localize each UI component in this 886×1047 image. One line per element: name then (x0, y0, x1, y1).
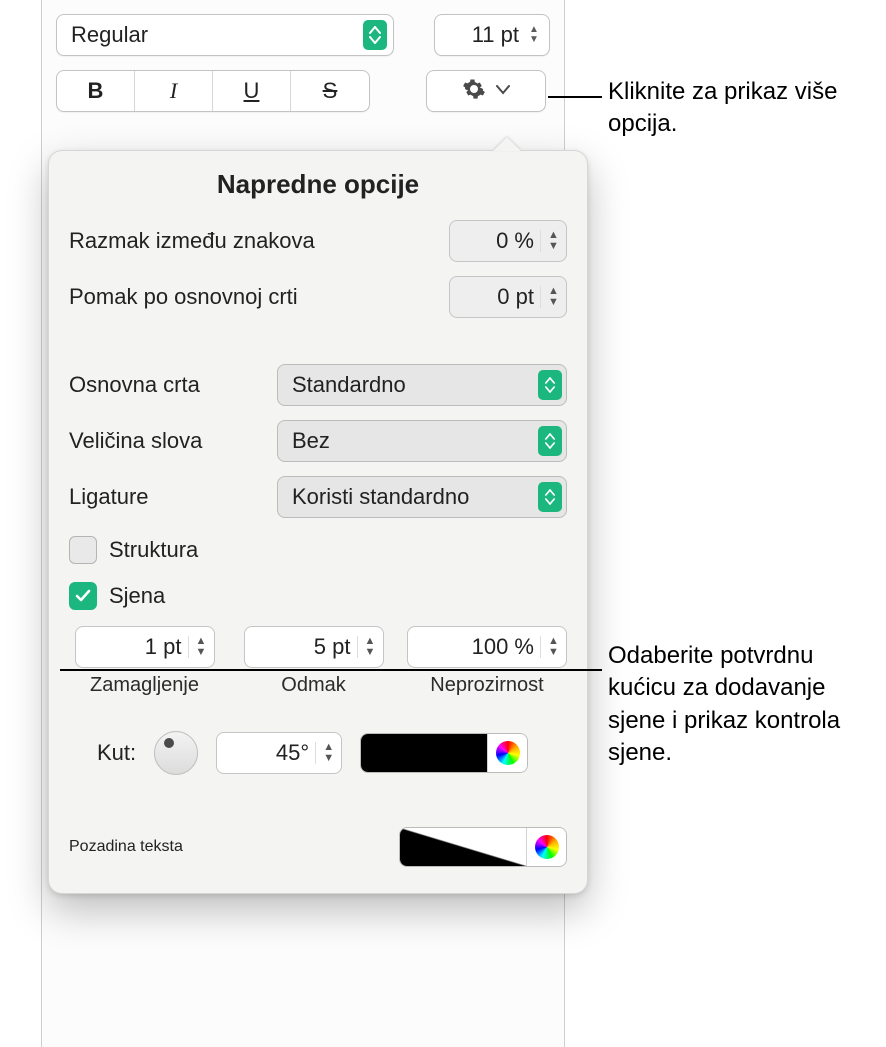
angle-stepper[interactable]: ▲▼ (315, 742, 337, 764)
baseline-row: Osnovna crta Standardno (69, 364, 567, 406)
font-row: Regular 11 pt ▲▼ (42, 0, 564, 64)
outline-label: Struktura (109, 537, 198, 563)
style-row: B I U S (42, 64, 564, 122)
strike-button[interactable]: S (291, 71, 369, 111)
ligatures-value: Koristi standardno (292, 484, 538, 510)
opacity-control: 100 % ▲▼ Neprozirnost (407, 626, 567, 697)
callout-shadow: Odaberite potvrdnu kućicu za dodavanje s… (608, 640, 886, 770)
outline-row: Struktura (69, 536, 567, 564)
baseline-shift-stepper[interactable]: ▲▼ (540, 286, 562, 308)
shadow-label: Sjena (109, 583, 165, 609)
baseline-stepper-icon[interactable] (538, 370, 562, 400)
text-background-color-well[interactable] (399, 827, 567, 867)
blur-control: 1 pt ▲▼ Zamagljenje (69, 626, 220, 697)
shadow-color-well[interactable] (360, 733, 528, 773)
typeface-stepper-icon[interactable] (363, 20, 387, 50)
angle-field[interactable]: 45° ▲▼ (216, 732, 342, 774)
baseline-shift-value: 0 pt (458, 284, 540, 310)
chevron-down-icon (496, 82, 510, 100)
color-wheel-icon (496, 741, 520, 765)
ligatures-stepper-icon[interactable] (538, 482, 562, 512)
offset-control: 5 pt ▲▼ Odmak (238, 626, 389, 697)
callout-leader-line (60, 669, 602, 671)
ligatures-row: Ligature Koristi standardno (69, 476, 567, 518)
character-spacing-value: 0 % (458, 228, 540, 254)
caps-label: Veličina slova (69, 428, 202, 454)
character-spacing-label: Razmak između znakova (69, 228, 315, 254)
baseline-shift-field[interactable]: 0 pt ▲▼ (449, 276, 567, 318)
font-size-field[interactable]: 11 pt ▲▼ (434, 14, 550, 56)
advanced-options-popover: Napredne opcije Razmak između znakova 0 … (48, 150, 588, 894)
callout-gear: Kliknite za prikaz više opcija. (608, 76, 868, 141)
opacity-value: 100 % (416, 634, 540, 660)
ligatures-label: Ligature (69, 484, 149, 510)
shadow-controls: 1 pt ▲▼ Zamagljenje 5 pt ▲▼ Odmak 100 % … (69, 626, 567, 697)
character-spacing-stepper[interactable]: ▲▼ (540, 230, 562, 252)
blur-value: 1 pt (84, 634, 188, 660)
angle-label: Kut: (97, 740, 136, 766)
character-spacing-row: Razmak između znakova 0 % ▲▼ (69, 220, 567, 262)
gear-icon (462, 77, 486, 106)
underline-button[interactable]: U (213, 71, 291, 111)
text-style-segment: B I U S (56, 70, 370, 112)
baseline-select[interactable]: Standardno (277, 364, 567, 406)
italic-button[interactable]: I (135, 71, 213, 111)
shadow-color-picker-button[interactable] (487, 734, 527, 772)
shadow-row: Sjena (69, 582, 567, 610)
caps-row: Veličina slova Bez (69, 420, 567, 462)
baseline-shift-row: Pomak po osnovnoj crti 0 pt ▲▼ (69, 276, 567, 318)
text-background-row: Pozadina teksta (69, 827, 567, 867)
angle-value: 45° (225, 740, 315, 766)
angle-row: Kut: 45° ▲▼ (69, 731, 567, 775)
ligatures-select[interactable]: Koristi standardno (277, 476, 567, 518)
font-size-value: 11 pt (445, 22, 525, 48)
blur-caption: Zamagljenje (90, 674, 199, 697)
caps-stepper-icon[interactable] (538, 426, 562, 456)
format-sidebar: Regular 11 pt ▲▼ B I U S (41, 0, 565, 1047)
caps-select[interactable]: Bez (277, 420, 567, 462)
color-wheel-icon (535, 835, 559, 859)
typeface-select[interactable]: Regular (56, 14, 394, 56)
blur-stepper[interactable]: ▲▼ (188, 636, 210, 658)
blur-field[interactable]: 1 pt ▲▼ (75, 626, 215, 668)
angle-dial[interactable] (154, 731, 198, 775)
font-size-stepper[interactable]: ▲▼ (525, 25, 543, 45)
offset-stepper[interactable]: ▲▼ (357, 636, 379, 658)
text-background-color-picker-button[interactable] (526, 828, 566, 866)
bold-button[interactable]: B (57, 71, 135, 111)
offset-caption: Odmak (281, 674, 345, 697)
callout-leader-line (548, 96, 602, 98)
baseline-value: Standardno (292, 372, 538, 398)
text-background-swatch[interactable] (400, 828, 526, 866)
baseline-shift-label: Pomak po osnovnoj crti (69, 284, 298, 310)
shadow-color-swatch[interactable] (361, 734, 487, 772)
opacity-stepper[interactable]: ▲▼ (540, 636, 562, 658)
character-spacing-field[interactable]: 0 % ▲▼ (449, 220, 567, 262)
advanced-options-button[interactable] (426, 70, 546, 112)
text-background-label: Pozadina teksta (69, 838, 183, 856)
caps-value: Bez (292, 428, 538, 454)
opacity-field[interactable]: 100 % ▲▼ (407, 626, 567, 668)
shadow-checkbox[interactable] (69, 582, 97, 610)
baseline-label: Osnovna crta (69, 372, 200, 398)
opacity-caption: Neprozirnost (430, 674, 543, 697)
offset-field[interactable]: 5 pt ▲▼ (244, 626, 384, 668)
outline-checkbox[interactable] (69, 536, 97, 564)
typeface-value: Regular (71, 22, 363, 48)
offset-value: 5 pt (253, 634, 357, 660)
popover-title: Napredne opcije (69, 169, 567, 200)
